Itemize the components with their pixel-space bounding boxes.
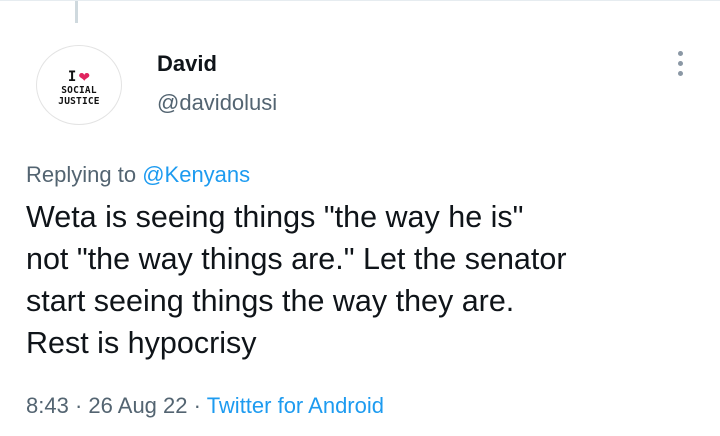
tweet-text: Weta is seeing things "the way he is" no… (26, 200, 567, 360)
meta-separator: · (74, 393, 83, 418)
replying-to-mention[interactable]: @Kenyans (142, 162, 250, 187)
tweet-card: I ❤ SOCIAL JUSTICE David @davidolusi Rep… (0, 0, 720, 436)
author-name[interactable]: David (157, 51, 217, 77)
avatar[interactable]: I ❤ SOCIAL JUSTICE (36, 45, 122, 125)
heart-icon: ❤ (78, 68, 91, 85)
more-options-button[interactable] (668, 45, 692, 81)
tweet-time[interactable]: 8:43 (26, 393, 69, 418)
tweet-source-link[interactable]: Twitter for Android (207, 393, 384, 418)
avatar-word-justice: JUSTICE (58, 96, 100, 107)
replying-to-line: Replying to @Kenyans (26, 162, 250, 188)
more-vertical-icon (677, 50, 683, 56)
tweet-meta: 8:43 · 26 Aug 22 · Twitter for Android (26, 393, 384, 419)
avatar-word-social: SOCIAL (61, 84, 97, 96)
tweet-date[interactable]: 26 Aug 22 (88, 393, 187, 418)
author-handle[interactable]: @davidolusi (157, 90, 277, 116)
meta-separator-2: · (193, 393, 201, 418)
replying-prefix: Replying to (26, 162, 137, 187)
thread-connector-line (75, 1, 78, 23)
avatar-letter: I (67, 68, 77, 85)
